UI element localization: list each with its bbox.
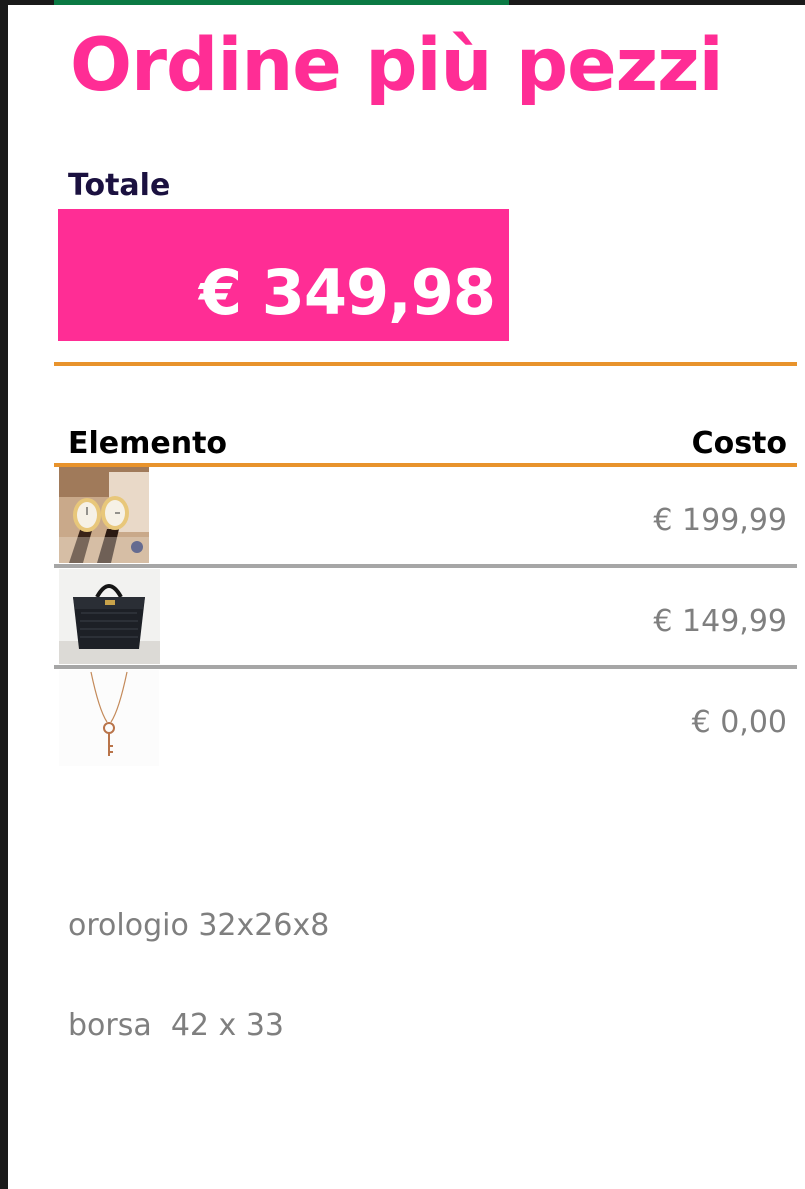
section-divider — [54, 362, 797, 366]
note-watch-dimensions: orologio 32x26x8 — [68, 908, 330, 943]
window-left-edge — [0, 0, 8, 1189]
column-header-item: Elemento — [68, 426, 228, 461]
total-value: € 349,98 — [199, 256, 496, 329]
order-sheet: Ordine più pezzi Totale € 349,98 Element… — [0, 0, 805, 1189]
row-cost: € 199,99 — [653, 503, 787, 538]
watch-icon — [59, 467, 149, 563]
watch-image — [59, 467, 149, 563]
table-header-rule — [54, 463, 797, 467]
handbag-image — [59, 569, 160, 664]
necklace-icon — [59, 670, 159, 766]
row-cost: € 0,00 — [691, 705, 787, 740]
handbag-icon — [59, 569, 160, 664]
necklace-image — [59, 670, 159, 766]
total-box: € 349,98 — [58, 209, 509, 341]
column-header-cost: Costo — [691, 426, 787, 461]
top-bar-accent — [54, 0, 509, 5]
total-label: Totale — [68, 168, 171, 203]
row-divider — [54, 665, 797, 669]
page-title: Ordine più pezzi — [70, 23, 724, 108]
note-bag-dimensions: borsa 42 x 33 — [68, 1008, 284, 1043]
row-cost: € 149,99 — [653, 604, 787, 639]
row-divider — [54, 564, 797, 568]
